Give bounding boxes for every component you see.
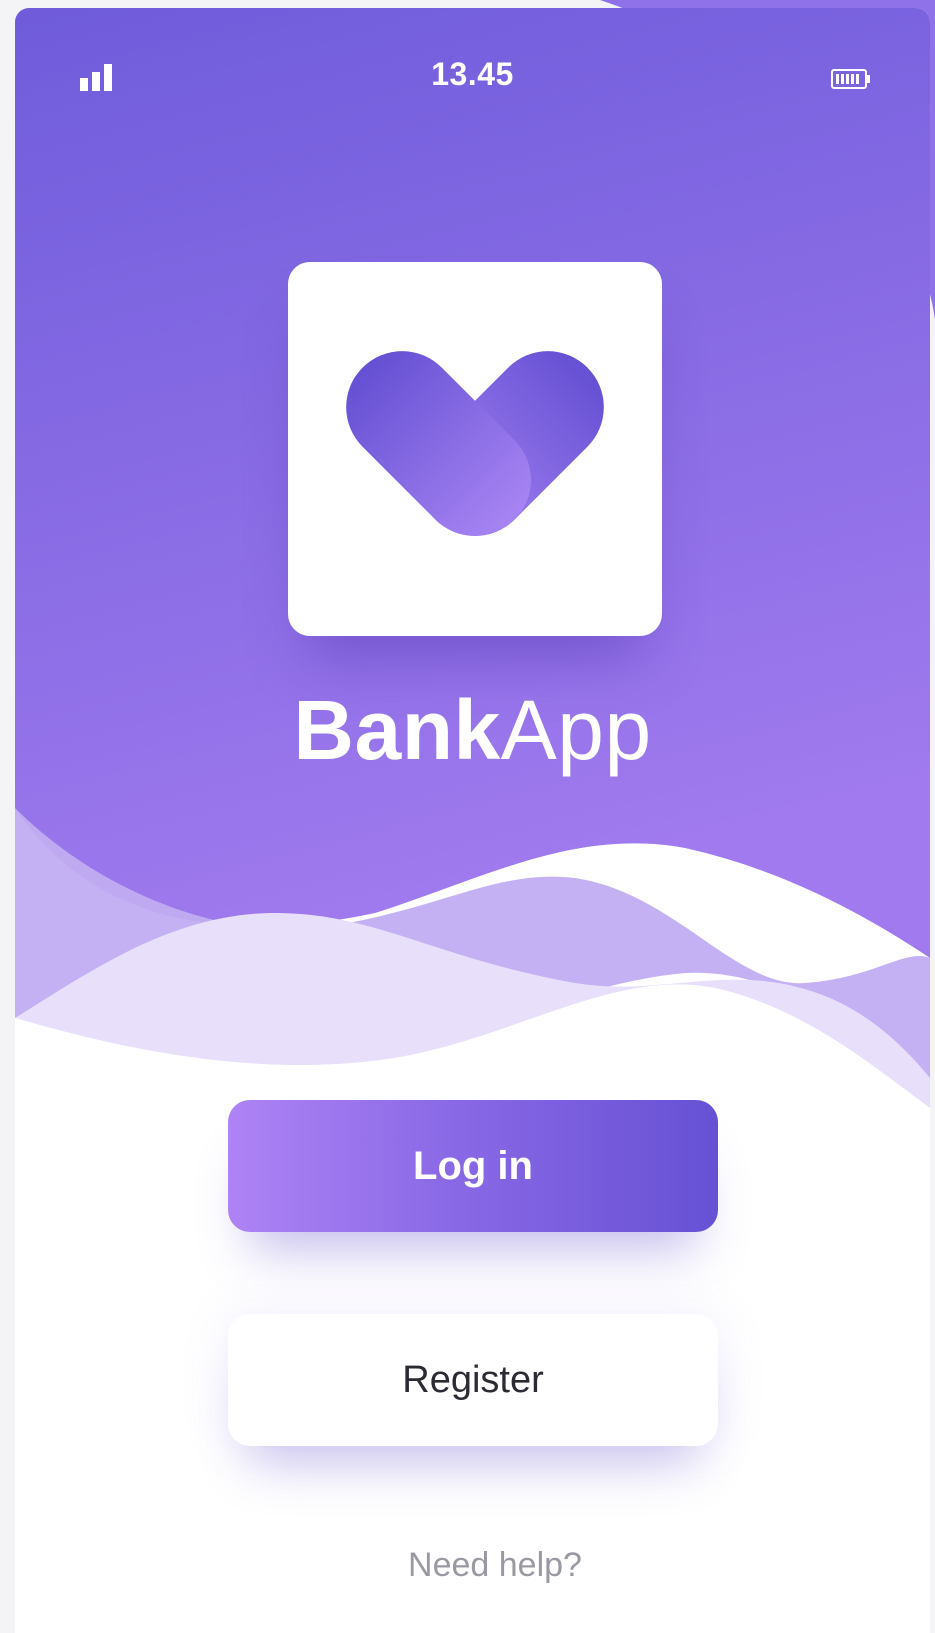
app-name-light: App	[500, 683, 652, 777]
status-time: 13.45	[431, 56, 514, 92]
need-help-link[interactable]: Need help?	[15, 1546, 930, 1585]
login-button[interactable]: Log in	[228, 1100, 718, 1232]
app-name: BankApp	[15, 688, 930, 772]
register-button[interactable]: Register	[228, 1314, 718, 1446]
battery-icon	[831, 69, 870, 89]
phone-screen: 13.45 BankApp Log in Register Need help?	[15, 8, 930, 1633]
app-name-bold: Bank	[293, 683, 501, 777]
bankapp-logo-icon	[346, 351, 604, 536]
app-logo-card	[288, 262, 662, 636]
status-bar: 13.45	[15, 8, 930, 138]
